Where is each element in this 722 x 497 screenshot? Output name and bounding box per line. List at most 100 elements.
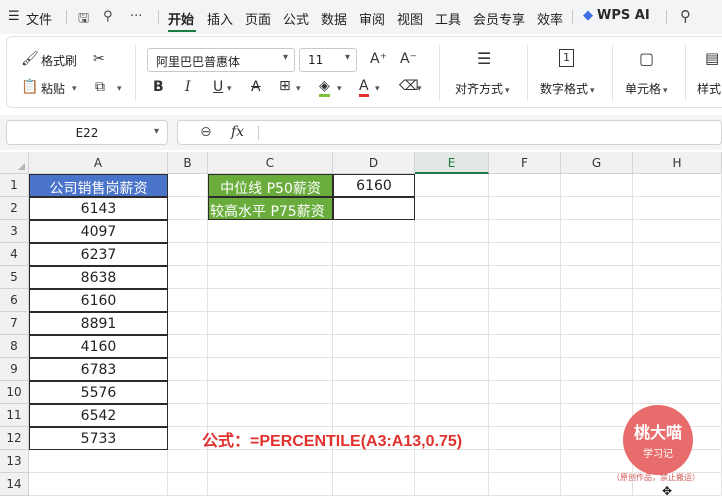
row-header[interactable]: 4 <box>0 243 29 266</box>
cell-d1[interactable]: 6160 <box>333 174 415 197</box>
cut-icon[interactable]: ✂ <box>93 51 105 67</box>
grid-cell[interactable] <box>168 312 208 335</box>
pin-icon[interactable]: ⚲ <box>103 9 113 24</box>
grid-cell[interactable] <box>333 404 415 427</box>
tab-review[interactable]: 审阅 <box>359 9 385 28</box>
grid-cell[interactable] <box>633 358 722 381</box>
grid-cell[interactable] <box>208 243 333 266</box>
format-painter-icon[interactable]: 🖌 <box>21 51 39 67</box>
tab-tools[interactable]: 工具 <box>435 9 461 28</box>
font-color-icon[interactable]: A <box>359 78 369 97</box>
fill-color-icon[interactable]: ◈ <box>319 78 330 97</box>
grid-cell[interactable] <box>415 450 489 473</box>
grid-cell[interactable] <box>489 473 561 496</box>
grid-cell[interactable] <box>168 381 208 404</box>
grid-cell[interactable] <box>561 197 633 220</box>
tab-member[interactable]: 会员专享 <box>473 9 525 28</box>
grid-cell[interactable] <box>633 174 722 197</box>
font-size-select[interactable]: 11 ▾ <box>299 48 357 72</box>
cell-a12[interactable]: 5733 <box>29 427 168 450</box>
grid-cell[interactable] <box>561 358 633 381</box>
grid-cell[interactable] <box>168 243 208 266</box>
grid-cell[interactable] <box>208 266 333 289</box>
grid-cell[interactable] <box>168 358 208 381</box>
column-header-d[interactable]: D <box>333 152 415 174</box>
grid-cell[interactable] <box>208 450 333 473</box>
grid-cell[interactable] <box>561 381 633 404</box>
grid-cell[interactable] <box>415 358 489 381</box>
cell-d2[interactable] <box>333 197 415 220</box>
align-button[interactable]: 对齐方式 ▾ <box>455 80 510 97</box>
grid-cell[interactable] <box>561 312 633 335</box>
grid-cell[interactable] <box>415 197 489 220</box>
grid-cell[interactable] <box>633 289 722 312</box>
cell-button[interactable]: 单元格 ▾ <box>625 80 668 97</box>
grid-cell[interactable] <box>208 220 333 243</box>
italic-button[interactable]: I <box>185 79 191 95</box>
tab-efficiency[interactable]: 效率 <box>537 9 563 28</box>
row-header[interactable]: 8 <box>0 335 29 358</box>
grid-cell[interactable] <box>561 266 633 289</box>
tab-home[interactable]: 开始 <box>168 9 194 28</box>
grid-cell[interactable] <box>561 335 633 358</box>
grid-cell[interactable] <box>489 381 561 404</box>
grid-cell[interactable] <box>29 473 168 496</box>
grid-cell[interactable] <box>208 404 333 427</box>
format-painter-label[interactable]: 格式刷 <box>41 52 77 69</box>
underline-caret-icon[interactable]: ▾ <box>225 80 232 94</box>
grid-cell[interactable] <box>561 243 633 266</box>
grid-cell[interactable] <box>489 450 561 473</box>
grid-cell[interactable] <box>168 220 208 243</box>
tab-insert[interactable]: 插入 <box>207 9 233 28</box>
row-header[interactable]: 10 <box>0 381 29 404</box>
grid-cell[interactable] <box>415 243 489 266</box>
grid-cell[interactable] <box>333 381 415 404</box>
grid-cell[interactable] <box>333 473 415 496</box>
row-header[interactable]: 7 <box>0 312 29 335</box>
fx-icon[interactable]: fx <box>231 124 244 140</box>
bold-button[interactable]: B <box>153 79 164 95</box>
row-header[interactable]: 1 <box>0 174 29 197</box>
cell-a5[interactable]: 8638 <box>29 266 168 289</box>
grid-cell[interactable] <box>561 289 633 312</box>
column-header-g[interactable]: G <box>561 152 633 174</box>
copy-icon[interactable]: ⧉ <box>95 79 105 95</box>
grid-cell[interactable] <box>415 174 489 197</box>
row-header[interactable]: 3 <box>0 220 29 243</box>
cell-a7[interactable]: 8891 <box>29 312 168 335</box>
paste-label[interactable]: 粘贴 <box>41 80 65 97</box>
grid-cell[interactable] <box>489 335 561 358</box>
cell-a10[interactable]: 5576 <box>29 381 168 404</box>
font-color-caret-icon[interactable]: ▾ <box>373 80 380 94</box>
zoom-icon[interactable]: ⊖ <box>200 124 212 140</box>
tab-view[interactable]: 视图 <box>397 9 423 28</box>
grid-cell[interactable] <box>415 312 489 335</box>
grid-cell[interactable] <box>561 220 633 243</box>
row-header[interactable]: 5 <box>0 266 29 289</box>
row-header[interactable]: 9 <box>0 358 29 381</box>
row-header[interactable]: 12 <box>0 427 29 450</box>
more-icon[interactable]: ··· <box>130 9 142 24</box>
fill-caret-icon[interactable]: ▾ <box>335 80 342 94</box>
column-header-e[interactable]: E <box>415 152 489 174</box>
grid-cell[interactable] <box>489 266 561 289</box>
grid-cell[interactable] <box>168 450 208 473</box>
name-box[interactable]: E22 ▾ <box>6 120 168 145</box>
cell-c1[interactable]: 中位线 P50薪资 <box>208 174 333 197</box>
row-header[interactable]: 6 <box>0 289 29 312</box>
grid-cell[interactable] <box>333 289 415 312</box>
eraser-caret-icon[interactable]: ▾ <box>415 80 422 94</box>
search-icon[interactable]: ⚲ <box>680 7 691 25</box>
grid-cell[interactable] <box>208 358 333 381</box>
cell-a9[interactable]: 6783 <box>29 358 168 381</box>
grid-cell[interactable] <box>415 381 489 404</box>
grid-cell[interactable] <box>489 312 561 335</box>
grid-cell[interactable] <box>168 197 208 220</box>
grid-cell[interactable] <box>489 220 561 243</box>
decrease-font-icon[interactable]: A⁻ <box>400 51 417 67</box>
row-header[interactable]: 13 <box>0 450 29 473</box>
grid-cell[interactable] <box>489 174 561 197</box>
align-icon[interactable]: ☰ <box>477 49 491 68</box>
grid-cell[interactable] <box>633 381 722 404</box>
grid-cell[interactable] <box>333 358 415 381</box>
